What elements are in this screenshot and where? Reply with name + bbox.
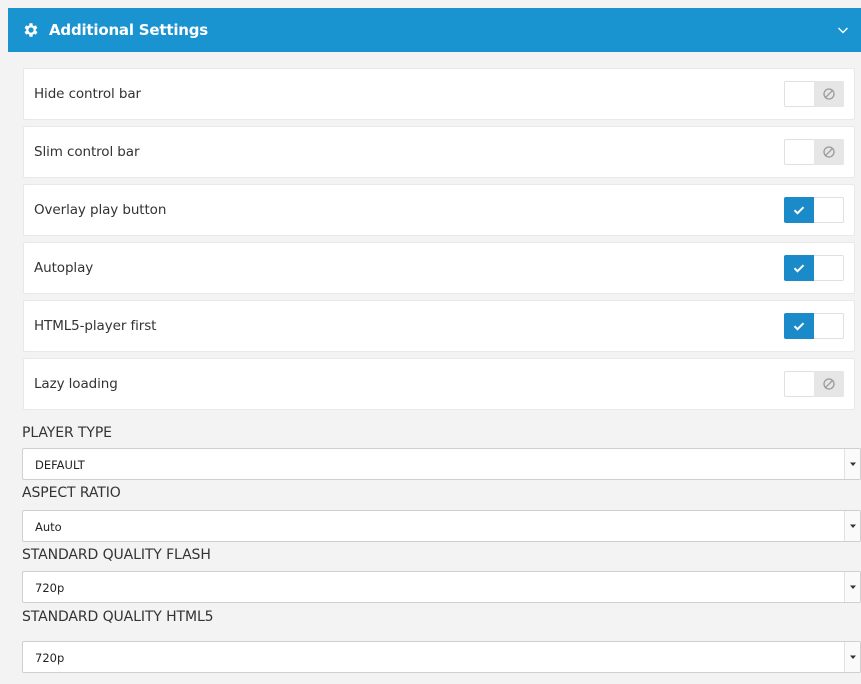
toggle-off-knob xyxy=(814,139,844,165)
autoplay-toggle[interactable] xyxy=(784,255,844,281)
panel-header[interactable]: Additional Settings xyxy=(8,8,861,52)
hide-control-bar-toggle[interactable] xyxy=(784,81,844,107)
standard-quality-flash-select[interactable]: 720p xyxy=(22,571,861,603)
standard-quality-flash-label: STANDARD QUALITY FLASH xyxy=(22,547,211,563)
checkmark-icon xyxy=(793,264,805,273)
player-type-label: PLAYER TYPE xyxy=(22,425,112,441)
panel-title: Additional Settings xyxy=(49,21,209,39)
html5-player-first-toggle[interactable] xyxy=(784,313,844,339)
setting-row-hide-control-bar: Hide control bar xyxy=(23,68,855,120)
select-value: 720p xyxy=(35,651,65,665)
aspect-ratio-select[interactable]: Auto xyxy=(22,510,861,542)
select-arrow[interactable] xyxy=(844,642,860,672)
lazy-loading-toggle[interactable] xyxy=(784,371,844,397)
select-arrow[interactable] xyxy=(844,511,860,541)
setting-label: HTML5-player first xyxy=(34,318,157,334)
setting-row-overlay-play-button: Overlay play button xyxy=(23,184,855,236)
toggle-on-knob xyxy=(784,197,814,223)
disabled-icon xyxy=(823,88,835,100)
additional-settings-panel: Additional Settings Hide control bar Sli… xyxy=(8,8,861,684)
disabled-icon xyxy=(823,146,835,158)
chevron-down-icon[interactable] xyxy=(837,24,849,36)
slim-control-bar-toggle[interactable] xyxy=(784,139,844,165)
toggle-on-knob xyxy=(784,313,814,339)
aspect-ratio-label: ASPECT RATIO xyxy=(22,485,121,501)
dropdown-arrow-icon xyxy=(850,655,856,659)
setting-label: Overlay play button xyxy=(34,202,167,218)
setting-row-slim-control-bar: Slim control bar xyxy=(23,126,855,178)
select-arrow[interactable] xyxy=(844,572,860,602)
checkmark-icon xyxy=(793,206,805,215)
select-arrow[interactable] xyxy=(844,449,860,479)
setting-row-autoplay: Autoplay xyxy=(23,242,855,294)
disabled-icon xyxy=(823,378,835,390)
setting-row-html5-player-first: HTML5-player first xyxy=(23,300,855,352)
gear-icon xyxy=(24,23,38,37)
select-value: Auto xyxy=(35,520,62,534)
select-value: 720p xyxy=(35,581,65,595)
dropdown-arrow-icon xyxy=(850,462,856,466)
standard-quality-html5-label: STANDARD QUALITY HTML5 xyxy=(22,609,214,625)
toggle-off-knob xyxy=(814,371,844,397)
setting-label: Lazy loading xyxy=(34,376,118,392)
standard-quality-html5-select[interactable]: 720p xyxy=(22,641,861,673)
setting-label: Hide control bar xyxy=(34,86,141,102)
setting-label: Slim control bar xyxy=(34,144,140,160)
select-value: DEFAULT xyxy=(35,458,85,472)
toggle-on-knob xyxy=(784,255,814,281)
overlay-play-button-toggle[interactable] xyxy=(784,197,844,223)
player-type-select[interactable]: DEFAULT xyxy=(22,448,861,480)
toggle-off-knob xyxy=(814,81,844,107)
setting-row-lazy-loading: Lazy loading xyxy=(23,358,855,410)
checkmark-icon xyxy=(793,322,805,331)
dropdown-arrow-icon xyxy=(850,524,856,528)
dropdown-arrow-icon xyxy=(850,585,856,589)
setting-label: Autoplay xyxy=(34,260,94,276)
